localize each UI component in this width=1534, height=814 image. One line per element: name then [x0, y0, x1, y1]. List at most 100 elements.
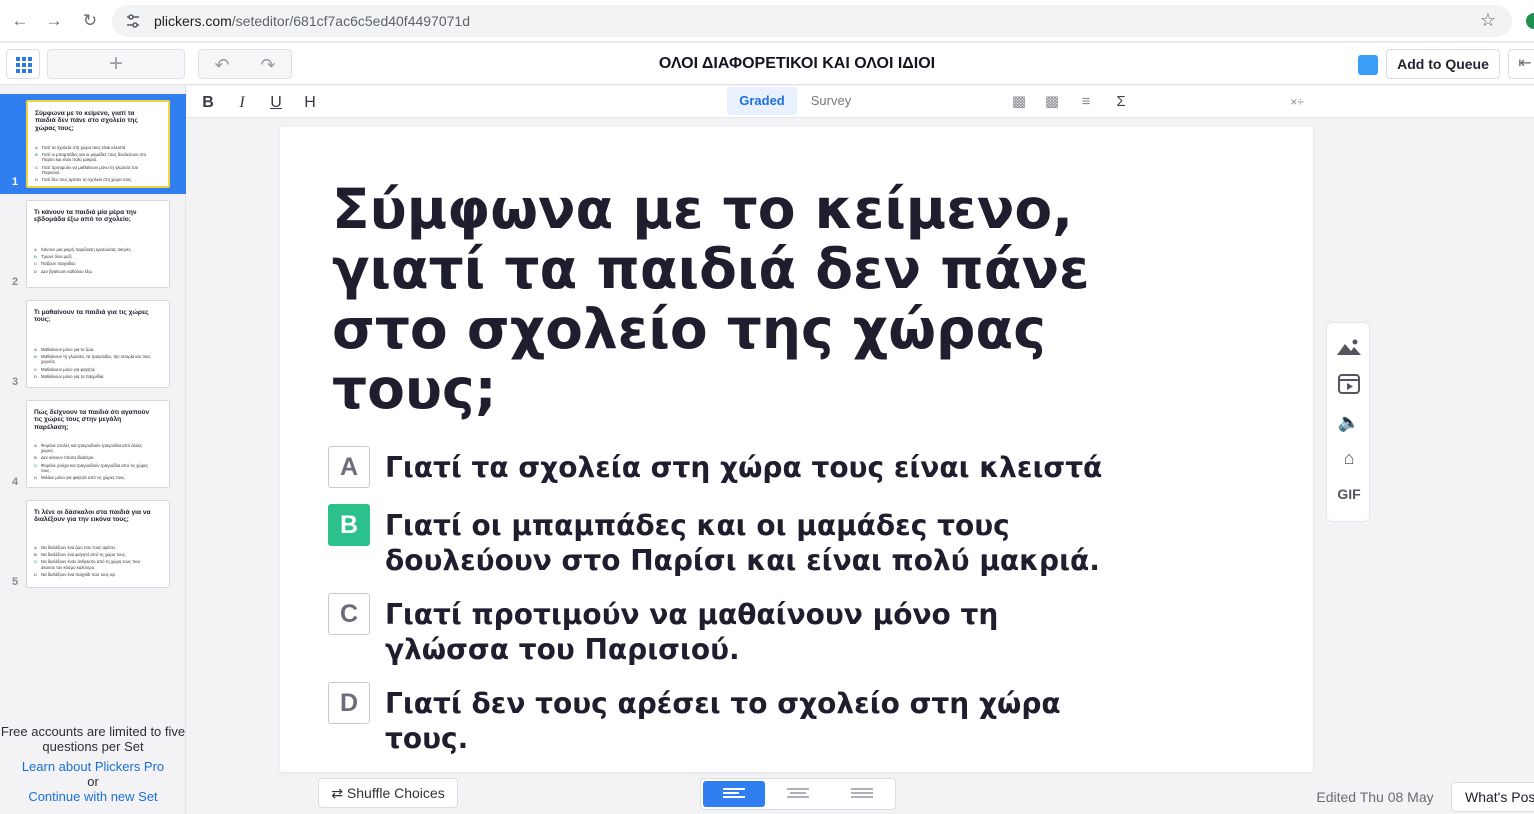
thumb-choice: A Κάνουν μια μικρή παρέλαση κρατώντας σκη…	[34, 247, 132, 252]
question-mode-toggle: Graded Survey	[727, 87, 861, 115]
image-icon[interactable]	[1335, 337, 1363, 363]
thumb-choice: A Φοράνε στολές και τραγουδούν τραγούδια …	[34, 443, 142, 454]
slide-number: 5	[12, 576, 19, 588]
thumb-choice: C Γιατί προτιμούν να μαθαίνουν μόνο τη γλ…	[35, 164, 139, 175]
thumb-choice: C Να διαλέξουν έναν άνθρωπο από τη χώρα τ…	[34, 559, 140, 570]
slide-preview: Πώς δείχνουν τα παιδιά ότι αγαπούν τις χ…	[26, 400, 170, 488]
graded-tab[interactable]: Graded	[727, 87, 797, 115]
thumb-choices: A Γιατί τα σχολεία στη χώρα τους είναι κλ…	[35, 145, 155, 184]
thumb-choices: A Μαθαίνουν μόνο για τα ζώα. B Μαθαίνουν τ…	[34, 347, 154, 381]
heading-button[interactable]: H	[298, 92, 322, 114]
slide-thumb-4[interactable]: Πώς δείχνουν τα παιδιά ότι αγαπούν τις χ…	[0, 394, 186, 494]
back-arrow-icon[interactable]: ←	[8, 9, 32, 33]
url-text: plickers.com/seteditor/681cf7ac6c5ed40f4…	[154, 13, 470, 29]
layout-center-button[interactable]	[767, 781, 829, 807]
slide-number: 2	[12, 276, 19, 288]
thumb-choices: A Κάνουν μια μικρή παρέλαση κρατώντας σκη…	[34, 247, 154, 276]
export-icon[interactable]: ⇤	[1508, 49, 1534, 79]
layout-grid-button[interactable]	[831, 781, 893, 807]
thumb-choices: A Φοράνε στολές και τραγουδούν τραγούδια …	[34, 443, 154, 482]
choice-letter[interactable]: D	[328, 682, 370, 724]
plus-icon: +	[108, 50, 123, 77]
choice-text[interactable]: Γιατί δεν τους αρέσει το σχολείο στη χώρ…	[385, 686, 1125, 756]
slide-preview: Τι λένε οι δάσκαλοι στα παιδιά για να δι…	[26, 500, 170, 588]
undo-icon[interactable]: ↶	[199, 53, 245, 77]
or-text: or	[87, 774, 99, 789]
thumb-choice: D Να διαλέξουν ένα παιχνίδι που τους αρ.	[34, 571, 117, 577]
align-left-icon	[723, 788, 745, 800]
thumb-question: Σύμφωνα με το κείμενο, γιατί τα παιδιά δ…	[35, 110, 138, 132]
equation-sigma-button[interactable]: Σ	[1112, 94, 1130, 110]
slide-sidebar: Σύμφωνα με το κείμενο, γιατί τα παιδιά δ…	[0, 86, 186, 814]
thumb-choice: D Δεν βγαίνουν καθόλου έξω.	[34, 268, 94, 274]
special-characters-icon[interactable]: ×÷	[1286, 94, 1308, 110]
bold-button[interactable]: B	[196, 92, 220, 114]
thumb-choice: C Μαθαίνουν μόνο για φαγητά.	[34, 366, 96, 372]
site-settings-icon[interactable]	[124, 12, 142, 30]
add-question-button[interactable]: +	[47, 49, 185, 79]
slide-preview: Τι κάνουν τα παιδιά μία μέρα την εβδομάδ…	[26, 200, 170, 288]
thumb-choices: A Να διαλέξουν ένα ζώο που τους αρέσει. B…	[34, 545, 154, 579]
slide-number: 4	[12, 476, 19, 488]
slide-thumb-1[interactable]: Σύμφωνα με το κείμενο, γιατί τα παιδιά δ…	[0, 94, 186, 194]
slide-preview: Τι μαθαίνουν τα παιδιά για τις χώρες του…	[26, 300, 170, 388]
set-title[interactable]: ΟΛΟΙ ΔΙΑΦΟΡΕΤΙΚΟΙ ΚΑΙ ΟΛΟΙ ΙΔΙΟΙ	[500, 55, 1094, 73]
shuffle-choices-button[interactable]: ⇄ Shuffle Choices	[318, 778, 458, 808]
survey-tab[interactable]: Survey	[801, 87, 861, 115]
layout-left-button[interactable]	[703, 781, 765, 807]
slide-thumb-5[interactable]: Τι λένε οι δάσκαλοι στα παιδιά για να δι…	[0, 494, 186, 594]
forward-arrow-icon[interactable]: →	[42, 9, 66, 33]
superscript-icon[interactable]: ▩	[1010, 94, 1028, 110]
align-grid-icon	[851, 788, 873, 800]
bookmark-star-icon[interactable]: ☆	[1480, 10, 1496, 31]
thumb-question: Τι μαθαίνουν τα παιδιά για τις χώρες του…	[34, 309, 149, 324]
address-bar[interactable]: plickers.com/seteditor/681cf7ac6c5ed40f4…	[112, 5, 1512, 37]
add-to-queue-button[interactable]: Add to Queue	[1386, 49, 1500, 79]
apps-grid-button[interactable]	[6, 49, 40, 79]
learn-pro-link[interactable]: Learn about Plickers Pro	[0, 759, 186, 774]
thumb-question: Πώς δείχνουν τα παιδιά ότι αγαπούν τις χ…	[34, 409, 150, 431]
url-host: plickers.com	[154, 13, 232, 29]
thumb-choice: A Μαθαίνουν μόνο για τα ζώα.	[34, 347, 95, 352]
thumb-choice: A Να διαλέξουν ένα ζώο που τους αρέσει.	[34, 545, 116, 550]
thumb-question: Τι λένε οι δάσκαλοι στα παιδιά για να δι…	[34, 509, 151, 524]
undo-redo-group: ↶ ↷	[198, 49, 292, 79]
whats-new-button[interactable]: What's Pos	[1451, 782, 1534, 812]
thumb-choice: D Μαθαίνουν μόνο για τα παιχνίδια.	[34, 373, 105, 379]
italic-button[interactable]: I	[230, 92, 254, 114]
slide-thumb-2[interactable]: Τι κάνουν τα παιδιά μία μέρα την εβδομάδ…	[0, 194, 186, 294]
thumb-choice: C Παίζουν παιχνίδια.	[34, 261, 76, 267]
question-canvas: Σύμφωνα με το κείμενο, γιατί τα παιδιά δ…	[280, 127, 1313, 772]
choice-text[interactable]: Γιατί τα σχολεία στη χώρα τους είναι κλε…	[385, 450, 1125, 485]
profile-avatar[interactable]	[1526, 13, 1534, 29]
gif-button[interactable]: GIF	[1335, 481, 1363, 507]
underline-button[interactable]: U	[264, 92, 288, 114]
sound-icon[interactable]: 🔈	[1335, 409, 1363, 435]
video-icon[interactable]	[1335, 373, 1363, 399]
thumb-choice: D Γιατί δεν τους αρέσει το σχολείο στη χώ…	[35, 177, 133, 183]
slide-thumb-3[interactable]: Τι μαθαίνουν τα παιδιά για τις χώρες του…	[0, 294, 186, 394]
choice-letter[interactable]: A	[328, 446, 370, 488]
limit-text: Free accounts are limited to five questi…	[0, 724, 186, 754]
media-insert-bar: 🔈 ⌂ GIF	[1326, 322, 1370, 522]
reload-icon[interactable]: ↻	[78, 9, 102, 33]
thumb-choice: C Φοράνε ρούχα και τραγουδούν τραγούδια α…	[34, 462, 149, 473]
browser-bar: ← → ↻ plickers.com/seteditor/681cf7ac6c5…	[0, 0, 1534, 42]
edited-timestamp: Edited Thu 08 May	[1316, 789, 1434, 805]
thumb-choice: B Δεν κάνουν τίποτα ιδιαίτερο.	[34, 455, 95, 461]
redo-icon[interactable]: ↷	[245, 53, 291, 77]
subscript-icon[interactable]: ▩	[1043, 94, 1061, 110]
continue-new-set-link[interactable]: Continue with new Set	[0, 789, 186, 804]
house-icon[interactable]: ⌂	[1335, 445, 1363, 471]
shuffle-icon: ⇄	[331, 785, 344, 801]
choice-letter-correct[interactable]: B	[328, 504, 370, 546]
set-color-swatch[interactable]	[1358, 55, 1378, 75]
strikethrough-icon[interactable]: ≡	[1077, 94, 1095, 110]
thumb-choice: D Μιλάνε μόνο για φαγητά από τις χώρες το…	[34, 475, 126, 481]
choice-text[interactable]: Γιατί προτιμούν να μαθαίνουν μόνο τη γλώ…	[385, 597, 1125, 667]
question-text[interactable]: Σύμφωνα με το κείμενο, γιατί τα παιδιά δ…	[332, 179, 1152, 419]
choice-letter[interactable]: C	[328, 593, 370, 635]
editor-toolbar: B I U H Graded Survey ▩ ▩ ≡ Σ ×÷	[187, 86, 1534, 118]
choice-text[interactable]: Γιατί οι μπαμπάδες και οι μαμάδες τους δ…	[385, 508, 1125, 578]
thumb-choice: B Τρώνε όλοι μαζί.	[34, 254, 73, 260]
